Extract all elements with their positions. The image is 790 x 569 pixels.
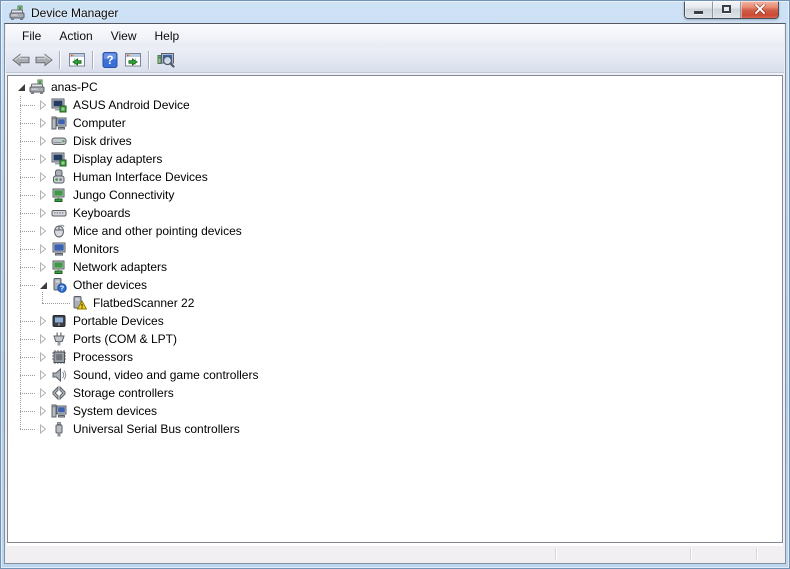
device-manager-icon xyxy=(9,5,25,21)
expander-expanded-icon[interactable] xyxy=(37,279,49,291)
status-separator xyxy=(555,548,556,560)
expander-collapsed-icon[interactable] xyxy=(37,423,49,435)
tree-item-processors[interactable]: Processors xyxy=(8,348,782,366)
tree-item-other-devices[interactable]: Other devices xyxy=(8,276,782,294)
expander-collapsed-icon[interactable] xyxy=(37,117,49,129)
storage-controller-icon xyxy=(51,385,67,401)
console-tree-icon xyxy=(69,52,85,68)
expander-collapsed-icon[interactable] xyxy=(37,369,49,381)
maximize-icon xyxy=(722,5,731,13)
menu-file[interactable]: File xyxy=(13,26,50,46)
portable-device-icon xyxy=(51,313,67,329)
scan-for-hardware-changes-button[interactable] xyxy=(154,49,177,71)
tree-item-sound-video-game-controllers[interactable]: Sound, video and game controllers xyxy=(8,366,782,384)
close-button[interactable] xyxy=(741,0,778,18)
mouse-icon xyxy=(51,223,67,239)
expander-collapsed-icon[interactable] xyxy=(37,333,49,345)
forward-arrow-icon xyxy=(34,52,54,68)
expander-collapsed-icon[interactable] xyxy=(37,171,49,183)
tree-item-jungo-connectivity[interactable]: Jungo Connectivity xyxy=(8,186,782,204)
unknown-device-icon xyxy=(51,277,67,293)
network-adapter-icon xyxy=(51,187,67,203)
status-bar xyxy=(7,545,783,562)
expander-collapsed-icon[interactable] xyxy=(37,135,49,147)
expander-collapsed-icon[interactable] xyxy=(37,99,49,111)
title-bar[interactable]: Device Manager xyxy=(1,0,789,23)
computer-icon xyxy=(29,79,45,95)
hid-device-icon xyxy=(51,169,67,185)
tree-item-display-adapters[interactable]: Display adapters xyxy=(8,150,782,168)
toolbar-separator xyxy=(148,50,149,69)
display-adapter-icon xyxy=(51,97,67,113)
tree-item-disk-drives[interactable]: Disk drives xyxy=(8,132,782,150)
tree-item-flatbedscanner-22[interactable]: FlatbedScanner 22 xyxy=(8,294,782,312)
action-pane-icon xyxy=(125,52,141,68)
serial-port-icon xyxy=(51,331,67,347)
tree-item-keyboards[interactable]: Keyboards xyxy=(8,204,782,222)
expander-collapsed-icon[interactable] xyxy=(37,207,49,219)
tree-item-ports-com-lpt[interactable]: Ports (COM & LPT) xyxy=(8,330,782,348)
toolbar-separator xyxy=(59,50,60,69)
tree-item-asus-android-device[interactable]: ASUS Android Device xyxy=(8,96,782,114)
show-hide-action-pane-button[interactable] xyxy=(121,49,144,71)
tree-item-portable-devices[interactable]: Portable Devices xyxy=(8,312,782,330)
tree-item-anas-pc[interactable]: anas-PC xyxy=(8,78,782,96)
help-button[interactable] xyxy=(98,49,121,71)
toolbar xyxy=(6,47,784,73)
tree-item-usb-controllers[interactable]: Universal Serial Bus controllers xyxy=(8,420,782,438)
tree-item-monitors[interactable]: Monitors xyxy=(8,240,782,258)
window-controls xyxy=(684,0,779,19)
keyboard-icon xyxy=(51,205,67,221)
expander-collapsed-icon[interactable] xyxy=(37,315,49,327)
help-icon xyxy=(102,52,118,68)
expander-collapsed-icon[interactable] xyxy=(37,189,49,201)
expander-collapsed-icon[interactable] xyxy=(37,153,49,165)
show-hide-console-tree-button[interactable] xyxy=(65,49,88,71)
expander-collapsed-icon[interactable] xyxy=(37,405,49,417)
status-separator xyxy=(756,548,757,560)
tree-item-mice[interactable]: Mice and other pointing devices xyxy=(8,222,782,240)
menu-action[interactable]: Action xyxy=(50,26,101,46)
tree-item-network-adapters[interactable]: Network adapters xyxy=(8,258,782,276)
menu-view[interactable]: View xyxy=(102,26,146,46)
expander-collapsed-icon[interactable] xyxy=(37,261,49,273)
tree-item-human-interface-devices[interactable]: Human Interface Devices xyxy=(8,168,782,186)
expander-collapsed-icon[interactable] xyxy=(37,387,49,399)
window-title: Device Manager xyxy=(31,6,119,20)
scan-hardware-icon xyxy=(157,52,175,68)
computer-monitor-icon xyxy=(51,403,67,419)
speaker-icon xyxy=(51,367,67,383)
minimize-icon xyxy=(694,10,703,14)
expander-collapsed-icon[interactable] xyxy=(37,225,49,237)
toolbar-separator xyxy=(92,50,93,69)
menu-bar: File Action View Help xyxy=(6,24,784,47)
expander-collapsed-icon[interactable] xyxy=(37,351,49,363)
menu-help[interactable]: Help xyxy=(146,26,189,46)
expander-collapsed-icon[interactable] xyxy=(37,243,49,255)
device-tree[interactable]: anas-PC ASUS Android Device Computer Dis… xyxy=(7,75,783,543)
disk-drive-icon xyxy=(51,133,67,149)
tree-item-computer[interactable]: Computer xyxy=(8,114,782,132)
monitor-icon xyxy=(51,241,67,257)
processor-icon xyxy=(51,349,67,365)
back-button[interactable] xyxy=(9,49,32,71)
display-adapter-icon xyxy=(51,151,67,167)
close-icon xyxy=(753,4,766,14)
client-area: File Action View Help anas-PC ASUS Andro… xyxy=(4,23,786,564)
unknown-device-warning-icon xyxy=(71,295,87,311)
expander-expanded-icon[interactable] xyxy=(15,81,27,93)
computer-monitor-icon xyxy=(51,115,67,131)
minimize-button[interactable] xyxy=(685,0,713,18)
tree-item-storage-controllers[interactable]: Storage controllers xyxy=(8,384,782,402)
back-arrow-icon xyxy=(11,52,31,68)
forward-button[interactable] xyxy=(32,49,55,71)
maximize-button[interactable] xyxy=(713,0,741,18)
usb-controller-icon xyxy=(51,421,67,437)
network-adapter-icon xyxy=(51,259,67,275)
tree-item-system-devices[interactable]: System devices xyxy=(8,402,782,420)
status-separator xyxy=(690,548,691,560)
